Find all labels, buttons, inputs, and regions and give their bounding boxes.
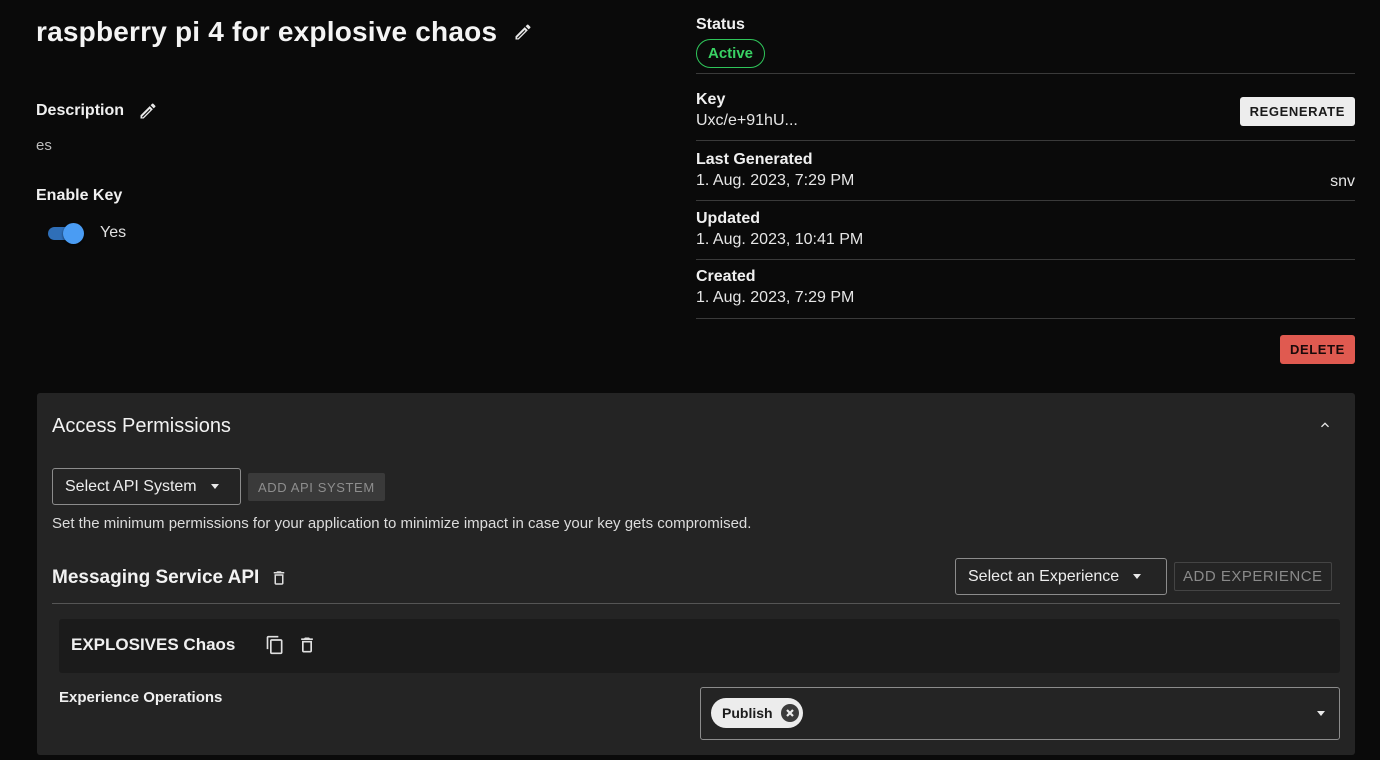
- created-row: Created 1. Aug. 2023, 7:29 PM: [696, 260, 1355, 319]
- operation-chip-label: Publish: [722, 705, 773, 721]
- created-value: 1. Aug. 2023, 7:29 PM: [696, 289, 855, 306]
- last-generated-by: snv: [1330, 173, 1355, 190]
- access-permissions-title: Access Permissions: [52, 415, 231, 437]
- updated-label: Updated: [696, 210, 760, 227]
- operation-chip: Publish: [711, 698, 803, 728]
- key-title-row: raspberry pi 4 for explosive chaos: [36, 16, 535, 48]
- updated-value: 1. Aug. 2023, 10:41 PM: [696, 231, 864, 248]
- access-permissions-panel: Access Permissions Select API System ADD…: [37, 393, 1355, 755]
- experience-operations-select[interactable]: Publish: [700, 687, 1340, 740]
- api-system-name: Messaging Service API: [52, 567, 260, 588]
- page-title: raspberry pi 4 for explosive chaos: [36, 16, 498, 47]
- select-api-system-label: Select API System: [65, 477, 197, 495]
- status-badge: Active: [696, 39, 766, 68]
- experience-card: EXPLOSIVES Chaos: [59, 619, 1340, 673]
- description-label-row: Description: [36, 99, 160, 123]
- last-generated-value: 1. Aug. 2023, 7:29 PM: [696, 172, 855, 189]
- experience-operations-label: Experience Operations: [59, 689, 223, 706]
- created-label: Created: [696, 268, 756, 285]
- status-label: Status: [696, 16, 745, 33]
- copy-icon[interactable]: [265, 635, 285, 660]
- close-circle-icon[interactable]: [780, 704, 799, 722]
- delete-button[interactable]: DELETE: [1280, 335, 1355, 364]
- enable-key-value: Yes: [100, 224, 127, 241]
- select-experience-dropdown[interactable]: Select an Experience: [955, 558, 1167, 595]
- select-experience-label: Select an Experience: [968, 567, 1120, 585]
- updated-row: Updated 1. Aug. 2023, 10:41 PM: [696, 201, 1355, 260]
- select-api-system-dropdown[interactable]: Select API System: [52, 468, 241, 505]
- toggle-thumb: [63, 223, 84, 244]
- edit-pencil-icon[interactable]: [511, 20, 535, 44]
- caret-down-icon: [1317, 711, 1325, 716]
- api-key-detail-page: raspberry pi 4 for explosive chaos Descr…: [0, 0, 1380, 760]
- chevron-up-icon[interactable]: [1317, 417, 1333, 433]
- api-system-title-row: Messaging Service API: [52, 566, 291, 590]
- description-label: Description: [36, 102, 125, 119]
- caret-down-icon: [1133, 574, 1142, 579]
- enable-key-toggle[interactable]: [48, 222, 84, 244]
- description-value: es: [36, 137, 52, 154]
- add-api-system-button[interactable]: ADD API SYSTEM: [248, 473, 385, 501]
- last-generated-label: Last Generated: [696, 151, 813, 168]
- enable-key-toggle-row: Yes: [48, 222, 126, 244]
- regenerate-button[interactable]: REGENERATE: [1239, 97, 1355, 126]
- enable-key-label: Enable Key: [36, 187, 123, 204]
- trash-icon[interactable]: [267, 566, 291, 590]
- add-experience-button[interactable]: ADD EXPERIENCE: [1174, 562, 1332, 591]
- key-row: Key Uxc/e+91hU... REGENERATE: [696, 74, 1355, 141]
- last-generated-row: Last Generated 1. Aug. 2023, 7:29 PM snv: [696, 141, 1355, 201]
- status-row: Status Active: [696, 14, 1355, 74]
- trash-icon[interactable]: [297, 635, 317, 660]
- experience-name: EXPLOSIVES Chaos: [71, 635, 236, 654]
- caret-down-icon: [210, 484, 219, 489]
- edit-pencil-icon[interactable]: [136, 99, 160, 123]
- permissions-hint: Set the minimum permissions for your app…: [52, 515, 752, 532]
- key-info-list: Status Active Key Uxc/e+91hU... REGENERA…: [696, 14, 1355, 319]
- api-system-header: Messaging Service API Select an Experien…: [52, 558, 1340, 604]
